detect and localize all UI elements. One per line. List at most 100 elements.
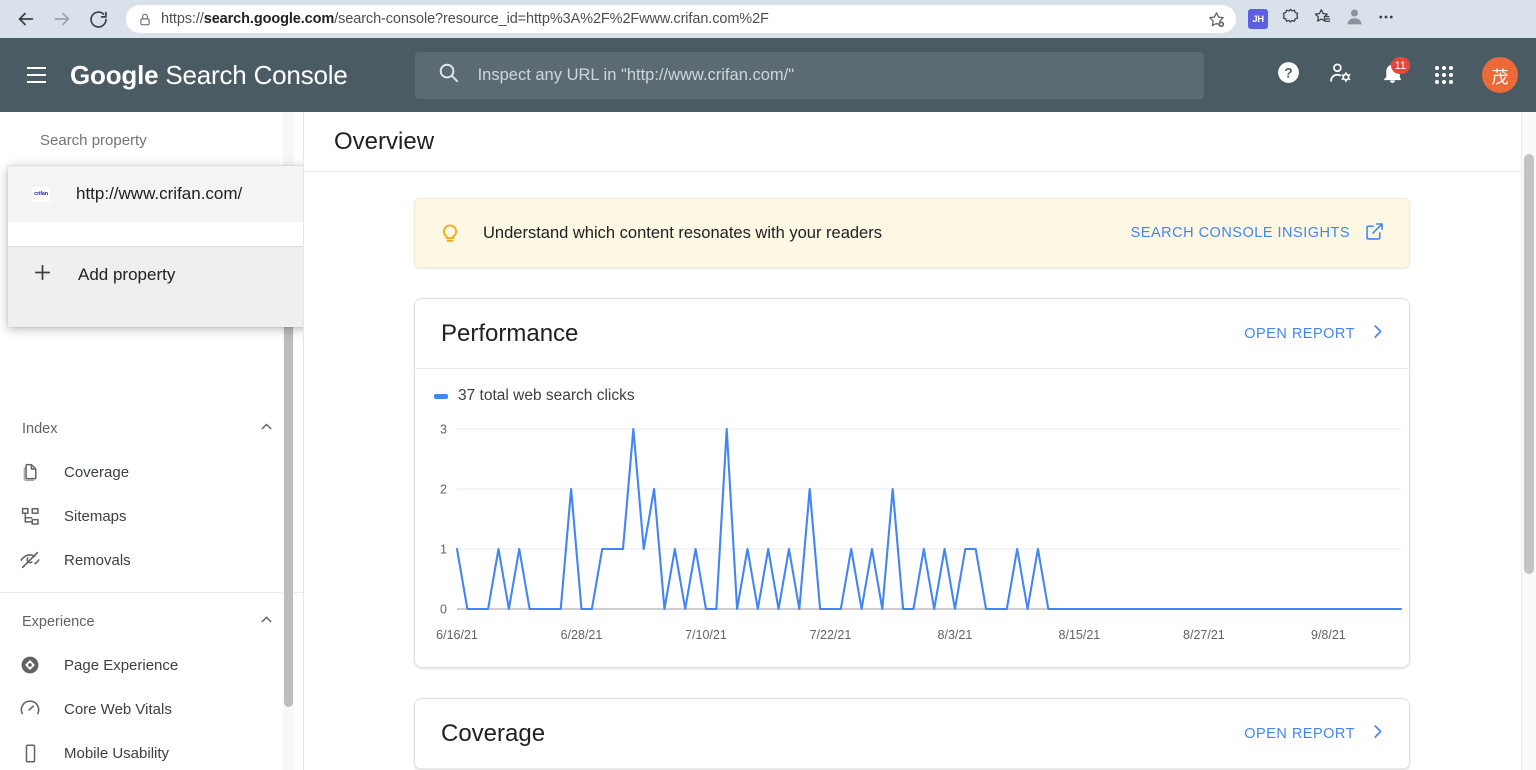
svg-text:6/28/21: 6/28/21 (561, 628, 603, 642)
chart-legend[interactable]: 37 total web search clicks (415, 369, 1409, 405)
sidebar-item-removals[interactable]: Removals (0, 538, 303, 582)
dropdown-item-add-property[interactable]: Add property (8, 247, 303, 303)
sidebar-item-label: Page Experience (64, 656, 179, 674)
coverage-card: Coverage OPEN REPORT (414, 698, 1410, 770)
bookmark-star-icon[interactable] (1207, 10, 1226, 29)
performance-open-report-link[interactable]: OPEN REPORT (1244, 322, 1387, 345)
sidebar-item-page-experience[interactable]: Page Experience (0, 643, 303, 687)
app-header: Google Search Console Inspect any URL in… (0, 38, 1536, 112)
sidebar-group-header-index[interactable]: Index (0, 408, 303, 450)
dropdown-footer (8, 303, 303, 327)
dropdown-property-label: http://www.crifan.com/ (76, 184, 243, 203)
performance-chart[interactable]: 0 1 2 3 6/16/21 6/28/21 7/10/21 7/22/21 8/3/21 8… (415, 405, 1409, 667)
sidebar-scrollbar-thumb[interactable] (284, 267, 293, 707)
help-button[interactable]: ? (1268, 55, 1308, 95)
browser-toolbar: https://search.google.com/search-console… (0, 0, 1536, 38)
avatar[interactable]: 茂 (1482, 57, 1518, 93)
pages-copy-icon (18, 460, 42, 484)
open-report-label: OPEN REPORT (1244, 725, 1355, 742)
sidebar-group-title-index: Index (22, 421, 58, 437)
property-selector[interactable]: Search property (0, 112, 303, 168)
help-icon: ? (1276, 60, 1301, 90)
sidebar-item-sitemaps[interactable]: Sitemaps (0, 494, 303, 538)
back-button[interactable] (8, 1, 44, 37)
hamburger-menu-icon[interactable] (14, 53, 58, 97)
extension-badge: JH (1248, 9, 1268, 29)
page-title: Overview (334, 127, 435, 155)
performance-card-title: Performance (441, 319, 579, 347)
account-settings-button[interactable] (1320, 55, 1360, 95)
svg-text:7/22/21: 7/22/21 (810, 628, 852, 642)
search-console-insights-link[interactable]: SEARCH CONSOLE INSIGHTS (1131, 221, 1385, 246)
property-dropdown-menu: crifan http://www.crifan.com/ Add proper… (8, 166, 303, 327)
chart-x-axis-labels: 6/16/21 6/28/21 7/10/21 7/22/21 8/3/21 8/15/2… (436, 628, 1346, 642)
url-inspection-input[interactable]: Inspect any URL in "http://www.crifan.co… (414, 51, 1204, 99)
logo-brand: Google (70, 59, 159, 90)
apps-grid-icon (1435, 66, 1453, 84)
address-bar[interactable]: https://search.google.com/search-console… (126, 5, 1236, 33)
performance-card-header: Performance OPEN REPORT (415, 299, 1409, 369)
main-content: Overview Understand which content resona… (304, 112, 1536, 770)
dropdown-item-property[interactable]: crifan http://www.crifan.com/ (8, 166, 303, 222)
notifications-button[interactable]: 11 (1372, 55, 1412, 95)
main-scrollbar-thumb[interactable] (1524, 154, 1534, 574)
svg-text:2: 2 (440, 483, 447, 497)
performance-chart-svg: 0 1 2 3 6/16/21 6/28/21 7/10/21 7/22/21 8/3/21 8… (436, 423, 1403, 642)
chevron-right-icon (1368, 322, 1387, 345)
reload-icon (88, 9, 109, 30)
profile-button[interactable] (1338, 3, 1370, 35)
property-favicon-icon: crifan (32, 186, 50, 202)
speed-gauge-icon (18, 697, 42, 721)
sidebar-item-label: Sitemaps (64, 507, 127, 525)
sidebar-item-label: Mobile Usability (64, 744, 170, 762)
apps-button[interactable] (1424, 55, 1464, 95)
lock-icon (138, 12, 152, 27)
coverage-open-report-link[interactable]: OPEN REPORT (1244, 722, 1387, 745)
dropdown-blank-row (8, 222, 303, 246)
favorites-icon (1313, 7, 1332, 31)
notifications-badge: 11 (1390, 57, 1410, 74)
chevron-up-icon (258, 418, 275, 440)
logo-product: Search Console (165, 59, 348, 90)
mobile-phone-icon (18, 741, 42, 765)
app-logo[interactable]: Google Search Console (70, 60, 348, 91)
forward-arrow-icon (51, 8, 73, 30)
header-actions: ? 11 茂 (1268, 55, 1518, 95)
performance-card: Performance OPEN REPORT 37 total web sea… (414, 298, 1410, 668)
sidebar-item-coverage[interactable]: Coverage (0, 450, 303, 494)
sidebar-item-core-web-vitals[interactable]: Core Web Vitals (0, 687, 303, 731)
svg-text:8/15/21: 8/15/21 (1059, 628, 1101, 642)
reload-button[interactable] (80, 1, 116, 37)
sidebar-item-label: Coverage (64, 463, 130, 481)
extension-button[interactable]: JH (1242, 3, 1274, 35)
property-search-placeholder: Search property (40, 131, 147, 149)
coverage-card-header: Coverage OPEN REPORT (415, 699, 1409, 769)
url-text: https://search.google.com/search-console… (161, 11, 769, 27)
sidebar-item-mobile-usability[interactable]: Mobile Usability (0, 731, 303, 770)
svg-text:6/16/21: 6/16/21 (436, 628, 478, 642)
insights-link-label: SEARCH CONSOLE INSIGHTS (1130, 225, 1350, 241)
svg-text:0: 0 (440, 603, 447, 617)
chart-y-axis-labels: 0 1 2 3 (440, 423, 447, 617)
browser-menu-button[interactable] (1370, 3, 1402, 35)
eye-off-icon (18, 548, 42, 572)
page-experience-icon (18, 653, 42, 677)
app-body: Search property Index Coverage Sitemaps … (0, 112, 1536, 770)
sidebar-item-label: Removals (64, 551, 131, 569)
sidebar-group-header-experience[interactable]: Experience (0, 601, 303, 643)
more-options-icon (1377, 8, 1395, 31)
svg-text:8/27/21: 8/27/21 (1183, 628, 1225, 642)
collections-button[interactable] (1274, 3, 1306, 35)
sidebar-item-label: Core Web Vitals (64, 700, 172, 718)
open-in-new-icon (1364, 221, 1385, 246)
sidebar-group-title-experience: Experience (22, 614, 95, 630)
favorites-button[interactable] (1306, 3, 1338, 35)
plus-icon (31, 261, 54, 289)
sidebar: Search property Index Coverage Sitemaps … (0, 112, 304, 770)
forward-button[interactable] (44, 1, 80, 37)
coverage-card-title: Coverage (441, 719, 546, 747)
legend-label: 37 total web search clicks (458, 387, 635, 404)
open-report-label: OPEN REPORT (1244, 325, 1355, 342)
page-header: Overview (304, 112, 1536, 172)
svg-text:?: ? (1284, 65, 1292, 80)
